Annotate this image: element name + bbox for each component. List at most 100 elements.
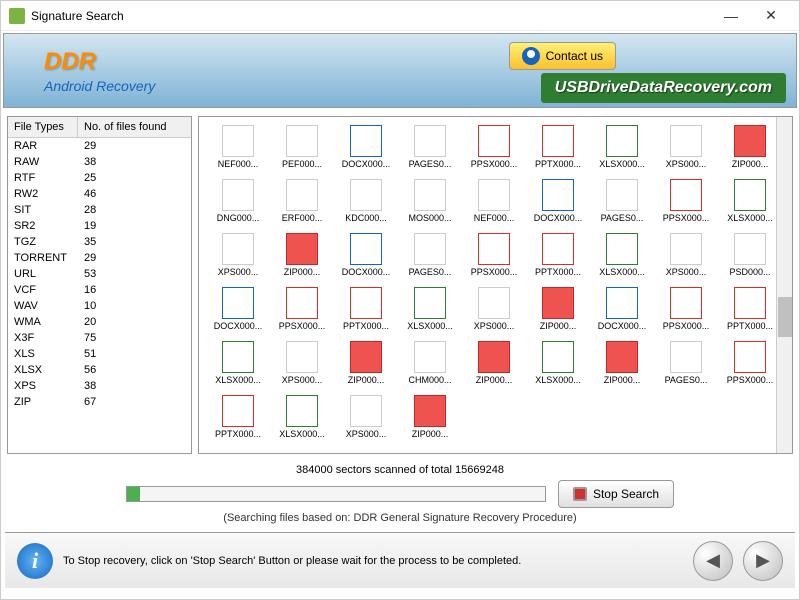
table-row[interactable]: SR219 [8,218,191,234]
file-item[interactable]: XPS000... [655,125,717,169]
file-item[interactable]: XPS000... [207,233,269,277]
table-row[interactable]: WMA20 [8,314,191,330]
table-row[interactable]: XLS51 [8,346,191,362]
file-item[interactable]: PAGES0... [399,233,461,277]
table-row[interactable]: X3F75 [8,330,191,346]
contact-label: Contact us [546,49,603,63]
scrollbar[interactable] [776,117,792,453]
table-row[interactable]: RAR29 [8,138,191,154]
file-label: DOCX000... [335,159,397,169]
file-item[interactable]: DOCX000... [335,125,397,169]
file-icon [478,125,510,157]
file-item[interactable]: PEF000... [271,125,333,169]
file-item[interactable]: PPTX000... [719,287,781,331]
file-icon [222,341,254,373]
file-label: PPSX000... [655,213,717,223]
progress-fill [127,487,140,501]
file-label: PPSX000... [719,375,781,385]
file-item[interactable]: DNG000... [207,179,269,223]
file-item[interactable]: PPSX000... [655,287,717,331]
col-file-types[interactable]: File Types [8,117,78,137]
file-item[interactable]: ZIP000... [335,341,397,385]
file-item[interactable]: PPTX000... [207,395,269,439]
file-item[interactable]: XLSX000... [207,341,269,385]
file-item[interactable]: KDC000... [335,179,397,223]
file-grid[interactable]: NEF000...PEF000...DOCX000...PAGES0...PPS… [199,117,792,453]
file-item[interactable]: XLSX000... [591,233,653,277]
file-item[interactable]: ZIP000... [719,125,781,169]
file-icon [478,179,510,211]
file-item[interactable]: ZIP000... [591,341,653,385]
file-icon [350,287,382,319]
file-item[interactable]: ZIP000... [463,341,525,385]
file-item[interactable]: XLSX000... [271,395,333,439]
table-header: File Types No. of files found [8,117,191,138]
file-item[interactable]: PPSX000... [655,179,717,223]
file-item[interactable]: PPTX000... [527,125,589,169]
table-row[interactable]: WAV10 [8,298,191,314]
file-item[interactable]: PPSX000... [463,125,525,169]
table-row[interactable]: SIT28 [8,202,191,218]
file-item[interactable]: PAGES0... [399,125,461,169]
col-files-found[interactable]: No. of files found [78,117,191,137]
table-row[interactable]: VCF16 [8,282,191,298]
next-button[interactable]: ▶ [743,541,783,581]
file-item[interactable]: PAGES0... [591,179,653,223]
file-item[interactable]: PAGES0... [655,341,717,385]
file-label: XPS000... [271,375,333,385]
table-row[interactable]: ZIP67 [8,394,191,410]
file-item[interactable]: XPS000... [271,341,333,385]
minimize-button[interactable]: — [711,2,751,30]
file-item[interactable]: MOS000... [399,179,461,223]
table-row[interactable]: XLSX56 [8,362,191,378]
file-label: ZIP000... [463,375,525,385]
file-item[interactable]: NEF000... [463,179,525,223]
file-item[interactable]: XLSX000... [591,125,653,169]
table-row[interactable]: RAW38 [8,154,191,170]
file-item[interactable]: XPS000... [463,287,525,331]
footer: i To Stop recovery, click on 'Stop Searc… [5,532,795,588]
file-item[interactable]: PPSX000... [463,233,525,277]
file-icon [286,125,318,157]
file-label: PSD000... [719,267,781,277]
file-item[interactable]: XLSX000... [527,341,589,385]
table-row[interactable]: URL53 [8,266,191,282]
file-item[interactable]: XPS000... [335,395,397,439]
file-item[interactable]: ZIP000... [527,287,589,331]
table-row[interactable]: RTF25 [8,170,191,186]
close-button[interactable]: ✕ [751,2,791,30]
file-item[interactable]: PPSX000... [719,341,781,385]
stop-search-button[interactable]: Stop Search [558,480,674,508]
back-button[interactable]: ◀ [693,541,733,581]
table-row[interactable]: XPS38 [8,378,191,394]
table-row[interactable]: RW246 [8,186,191,202]
file-item[interactable]: XLSX000... [399,287,461,331]
file-label: XPS000... [207,267,269,277]
file-item[interactable]: DOCX000... [591,287,653,331]
table-row[interactable]: TORRENT29 [8,250,191,266]
scrollbar-thumb[interactable] [778,297,792,337]
file-item[interactable]: XLSX000... [719,179,781,223]
file-item[interactable]: PPSX000... [271,287,333,331]
file-item[interactable]: DOCX000... [527,179,589,223]
table-body[interactable]: RAR29RAW38RTF25RW246SIT28SR219TGZ35TORRE… [8,138,191,454]
file-icon [286,179,318,211]
file-grid-panel: NEF000...PEF000...DOCX000...PAGES0...PPS… [198,116,793,454]
table-row[interactable]: TGZ35 [8,234,191,250]
file-item[interactable]: CHM000... [399,341,461,385]
file-label: DOCX000... [207,321,269,331]
file-item[interactable]: ERF000... [271,179,333,223]
file-label: XPS000... [463,321,525,331]
file-item[interactable]: NEF000... [207,125,269,169]
contact-us-button[interactable]: Contact us [509,42,616,70]
file-item[interactable]: PSD000... [719,233,781,277]
file-item[interactable]: PPTX000... [335,287,397,331]
file-item[interactable]: ZIP000... [271,233,333,277]
file-label: PPTX000... [527,159,589,169]
file-item[interactable]: DOCX000... [335,233,397,277]
file-item[interactable]: DOCX000... [207,287,269,331]
file-item[interactable]: ZIP000... [399,395,461,439]
file-item[interactable]: PPTX000... [527,233,589,277]
search-note: (Searching files based on: DDR General S… [223,512,576,524]
file-item[interactable]: XPS000... [655,233,717,277]
